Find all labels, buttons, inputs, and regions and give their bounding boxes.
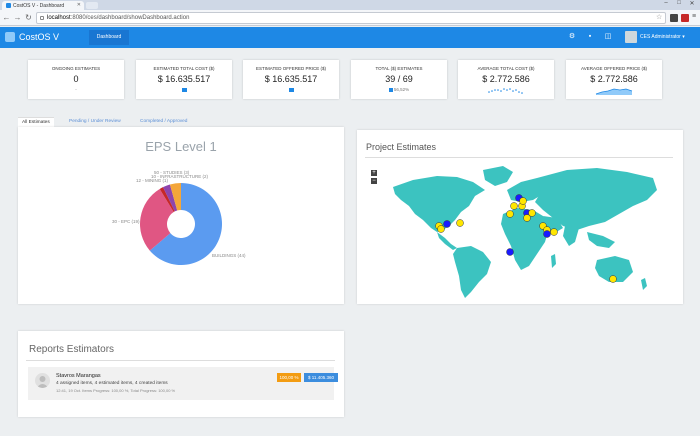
avatar [35,373,50,388]
list-item[interactable]: Stavros Marangas 4 assigned items, 4 est… [28,367,338,400]
tab-completed-approved[interactable]: Completed / Approved [136,117,191,127]
greenland [483,166,513,186]
stat-estimated-offered-price: ESTIMATED OFFERED PRICE ($) $ 16.635.517 [243,60,339,99]
percentage-icon [388,87,393,92]
favicon-icon [6,3,11,8]
tab-pending-under-review[interactable]: Pending / Under Review [65,117,125,127]
reload-icon[interactable]: ↻ [24,13,33,22]
map-marker [550,228,558,236]
continents [393,166,657,298]
indicator-icon [288,87,294,92]
madagascar [551,254,556,268]
stat-value: $ 2.772.586 [590,74,638,84]
stat-average-total-cost: AVERAGE TOTAL COST ($) $ 2.772.586 [458,60,554,99]
map-marker [437,225,445,233]
stat-value: $ 16.635.517 [157,74,211,84]
close-window-icon[interactable]: ✕ [686,0,698,7]
india [563,226,579,246]
stat-title: AVERAGE OFFERED PRICE ($) [581,66,647,71]
address-bar: ← → ↻ localhost:8080/ces/dashboard/showD… [0,10,700,26]
back-icon[interactable]: ← [2,13,11,22]
browser-tab[interactable]: CostOS V - Dashboard ✕ [2,1,84,10]
stat-estimated-total-cost: ESTIMATED TOTAL COST ($) $ 16.635.517 [136,60,232,99]
users-icon[interactable]: ▪ [586,33,594,41]
amount-badge: $ 11.405.360 [304,373,338,382]
stat-indicator [136,87,232,92]
stat-percentage: 56,52% [351,87,447,92]
stat-sub: 56,52% [393,87,410,92]
url-input[interactable]: localhost:8080/ces/dashboard/showDashboa… [36,12,666,24]
tab-dashboard[interactable]: Dashboard [89,30,129,45]
url-path: :8080/ces/dashboard/showDashboard.action [70,15,190,21]
stat-value: 0 [73,74,79,84]
extension-icon[interactable] [670,14,678,22]
stat-average-offered-price: AVERAGE OFFERED PRICE ($) $ 2.772.586 [566,60,662,99]
eps-pie-chart [140,183,222,265]
logo-icon [5,32,15,42]
estimate-tabs: All Estimates Pending / Under Review Com… [18,117,342,127]
reports-title: Reports Estimators [29,344,115,355]
user-silhouette-icon [36,376,49,388]
browser-tab-title: CostOS V - Dashboard [13,3,65,9]
sparkline-area [595,88,633,95]
southeast-asia [587,232,615,248]
world-map[interactable] [357,130,683,304]
map-marker [609,275,617,283]
app-header: CostOS V Dashboard ⚙ ▪ ◫ CES Administrat… [0,27,700,48]
url-host: localhost [47,15,71,21]
south-america [453,246,491,298]
stat-value: 39 / 69 [385,74,413,84]
stat-sub: - [75,87,77,92]
stat-total-estimates: TOTAL ($) ESTIMATES 39 / 69 56,52% [351,60,447,99]
tab-all-estimates[interactable]: All Estimates [18,117,54,127]
sparkline-dots [488,88,523,94]
estimator-summary: 4 assigned items, 4 estimated items, 4 c… [56,381,168,386]
user-menu[interactable]: CES Administrator ▾ [640,34,685,40]
browser-menu-icon[interactable]: ≡ [692,13,696,20]
pie-label-mining: 12 - MINING (1) [136,178,169,183]
indicator-icon [181,87,187,92]
avatar[interactable] [625,31,637,43]
central-america [437,232,457,250]
stat-title: TOTAL ($) ESTIMATES [375,66,423,71]
stat-ongoing-estimates: ONGOING ESTIMATES 0 - [28,60,124,99]
progress-badge: 100,00 % [277,373,301,382]
stat-title: ESTIMATED OFFERED PRICE ($) [256,66,326,71]
map-marker [443,220,451,228]
pie-label-epc: 30 - EPC (19) [112,219,140,224]
app-brand: CostOS V [19,32,60,42]
map-panel: Project Estimates + − [357,130,683,304]
page-icon [40,16,44,20]
stat-value: $ 16.635.517 [264,74,318,84]
divider [26,360,335,361]
new-zealand [641,278,647,290]
new-tab-button[interactable] [86,2,98,9]
map-marker [506,248,514,256]
map-marker [506,210,514,218]
gear-icon[interactable]: ⚙ [568,33,576,41]
estimator-name: Stavros Marangas [56,373,101,379]
layout-icon[interactable]: ◫ [604,33,612,41]
eps-panel: EPS Level 1 50 - STUDIES (3) 10 - INFRAS… [18,127,344,304]
pie-label-buildings: BUILDINGS (44) [212,253,246,258]
map-marker [528,209,536,217]
stat-title: ESTIMATED TOTAL COST ($) [153,66,215,71]
stat-title: AVERAGE TOTAL COST ($) [477,66,535,71]
pdf-extension-icon[interactable] [681,14,689,22]
map-marker [543,230,551,238]
minimize-icon[interactable]: – [660,0,672,6]
estimator-progress: 12:41, 19 Oct. Items Progress: 100,00 %,… [56,388,176,393]
reports-panel: Reports Estimators Stavros Marangas 4 as… [18,331,344,417]
close-tab-icon[interactable]: ✕ [77,2,81,8]
stat-value: $ 2.772.586 [482,74,530,84]
maximize-icon[interactable]: □ [673,0,685,6]
map-marker [510,202,518,210]
stat-title: ONGOING ESTIMATES [51,66,101,71]
browser-tabstrip: CostOS V - Dashboard ✕ – □ ✕ [0,0,700,10]
map-marker [519,197,527,205]
bookmark-star-icon[interactable]: ☆ [656,13,662,21]
map-marker [456,219,464,227]
stat-indicator [243,87,339,92]
forward-icon[interactable]: → [13,13,22,22]
